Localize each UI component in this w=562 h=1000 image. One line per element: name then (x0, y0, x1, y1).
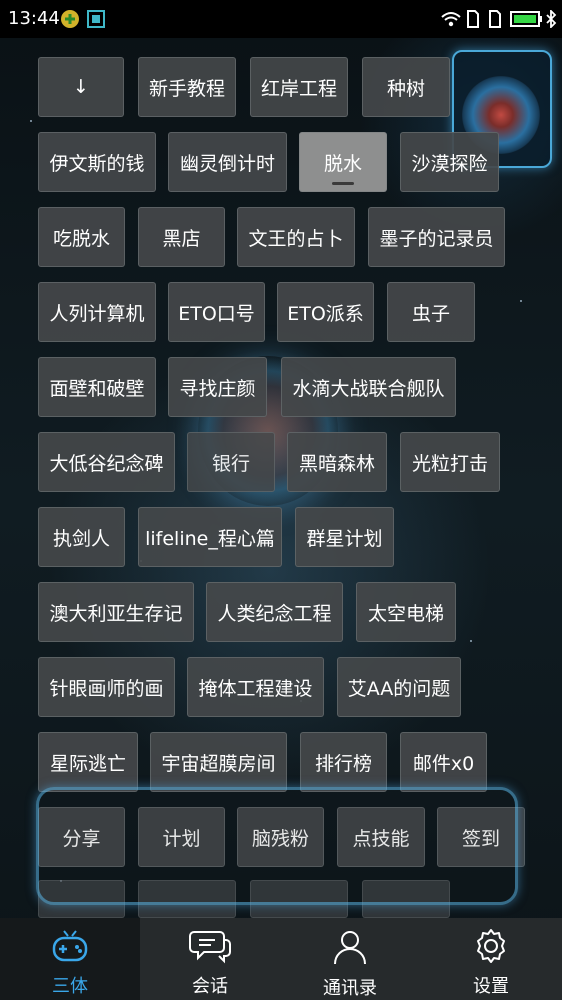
menu-button[interactable]: 黑暗森林 (287, 432, 387, 492)
menu-button[interactable]: 人列计算机 (38, 282, 156, 342)
wifi-icon (440, 10, 462, 32)
menu-button[interactable]: 邮件x0 (400, 732, 487, 792)
sim2-icon (488, 9, 502, 33)
tab-label: 设置 (473, 976, 509, 997)
menu-button[interactable]: 幽灵倒计时 (168, 132, 287, 192)
menu-button[interactable]: 光粒打击 (400, 432, 500, 492)
tab-label: 三体 (52, 976, 88, 997)
tab-santi[interactable]: 三体 (0, 918, 140, 1000)
menu-button[interactable]: 大低谷纪念碑 (38, 432, 175, 492)
menu-button[interactable]: 文王的占卜 (237, 207, 355, 267)
menu-button[interactable]: 太空电梯 (356, 582, 456, 642)
contacts-icon (332, 928, 368, 970)
menu-button[interactable]: 寻找庄颜 (168, 357, 267, 417)
menu-button[interactable]: 艾AA的问题 (337, 657, 461, 717)
screenshot-icon (86, 9, 106, 33)
menu-button[interactable]: 墨子的记录员 (368, 207, 505, 267)
menu-button[interactable]: 伊文斯的钱 (38, 132, 156, 192)
status-time: 13:44 (8, 8, 60, 29)
menu-button[interactable]: 水滴大战联合舰队 (281, 357, 456, 417)
menu-button[interactable]: ETO派系 (277, 282, 374, 342)
glow-frame (36, 787, 518, 905)
menu-button-selected[interactable]: 脱水 (299, 132, 387, 192)
menu-button[interactable]: 群星计划 (295, 507, 394, 567)
menu-button[interactable]: ETO口号 (168, 282, 265, 342)
gear-icon (473, 928, 509, 968)
menu-button[interactable]: 宇宙超膜房间 (150, 732, 287, 792)
bottom-tab-bar: 三体 会话 通讯录 设置 (0, 918, 562, 1000)
gamepad-icon (50, 928, 90, 968)
menu-button[interactable]: 人类纪念工程 (206, 582, 343, 642)
menu-button[interactable]: 新手教程 (138, 57, 236, 117)
menu-button[interactable]: 沙漠探险 (400, 132, 499, 192)
menu-button[interactable]: 执剑人 (38, 507, 125, 567)
menu-button[interactable]: 排行榜 (300, 732, 387, 792)
menu-button[interactable]: 澳大利亚生存记 (38, 582, 194, 642)
tab-label: 会话 (192, 976, 228, 997)
menu-button[interactable]: 针眼画师的画 (38, 657, 175, 717)
star (30, 120, 32, 122)
tab-chat[interactable]: 会话 (140, 918, 280, 1000)
menu-button[interactable]: 虫子 (387, 282, 475, 342)
chat-bubbles-icon (188, 928, 232, 968)
tab-label: 通讯录 (323, 978, 377, 999)
menu-button[interactable]: 黑店 (138, 207, 225, 267)
tab-settings[interactable]: 设置 (420, 918, 562, 1000)
sim1-icon (466, 9, 480, 33)
tab-contacts[interactable]: 通讯录 (280, 918, 420, 1000)
star (470, 640, 472, 642)
menu-button-down-arrow[interactable]: ↓ (38, 57, 124, 117)
plus-badge-icon (60, 9, 80, 33)
menu-button[interactable]: lifeline_程心篇 (138, 507, 282, 567)
star (520, 300, 522, 302)
menu-button[interactable]: 吃脱水 (38, 207, 125, 267)
menu-button[interactable]: 银行 (187, 432, 275, 492)
menu-button[interactable]: 红岸工程 (250, 57, 348, 117)
menu-button[interactable]: 种树 (362, 57, 450, 117)
menu-button[interactable]: 面壁和破壁 (38, 357, 156, 417)
menu-button[interactable]: 星际逃亡 (38, 732, 138, 792)
status-bar: 13:44 (0, 0, 562, 38)
bluetooth-icon (545, 8, 557, 32)
battery-icon (510, 10, 544, 32)
menu-button[interactable]: 掩体工程建设 (187, 657, 324, 717)
